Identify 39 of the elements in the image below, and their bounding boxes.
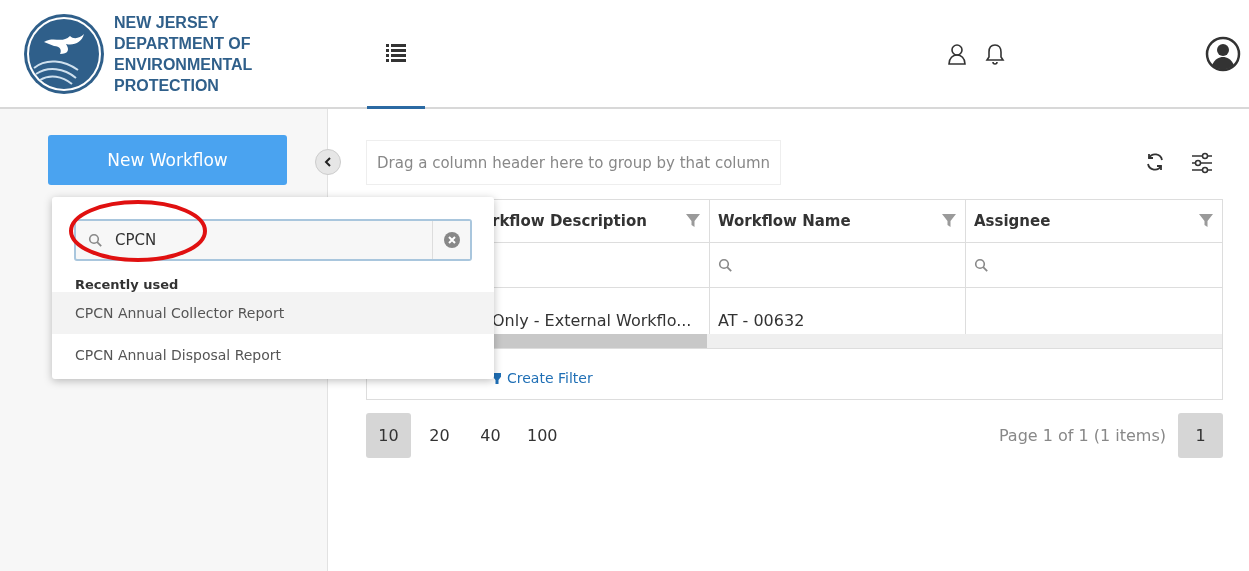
clear-button[interactable] (432, 221, 470, 259)
column-title: Assignee (974, 212, 1051, 230)
user-icon[interactable] (947, 42, 967, 65)
logo-text-line: ENVIRONMENTAL (114, 54, 253, 75)
logo-text-line: DEPARTMENT OF (114, 33, 252, 54)
page-size-button[interactable]: 40 (468, 413, 513, 458)
collapse-button[interactable] (315, 149, 341, 175)
list-icon (386, 43, 406, 63)
avatar-icon[interactable] (1205, 35, 1241, 72)
page-number-button[interactable]: 1 (1178, 413, 1223, 458)
search-icon (974, 257, 989, 273)
page-info: Page 1 of 1 (1 items) (998, 426, 1166, 445)
filter-icon[interactable] (685, 213, 701, 229)
chevron-left-icon (324, 157, 332, 167)
clear-icon (443, 232, 460, 248)
logo-text-line: PROTECTION (114, 75, 220, 96)
search-icon (718, 257, 733, 273)
search-icon (88, 232, 103, 248)
table-cell: AT - 00632 (718, 310, 805, 330)
page-size-button[interactable]: 100 (519, 413, 566, 458)
sliders-icon[interactable] (1191, 151, 1213, 174)
group-panel: Drag a column header here to group by that column (366, 140, 782, 185)
filter-icon[interactable] (941, 213, 957, 229)
page-size-button[interactable]: 10 (366, 413, 411, 458)
column-title: rkflow Description (492, 212, 647, 230)
column-header[interactable]: Workflow Name (710, 200, 966, 242)
logo-text-line: NEW JERSEY (114, 12, 220, 33)
workflow-option[interactable]: CPCN Annual Collector Report (52, 292, 494, 334)
column-header[interactable]: Assignee (966, 200, 1222, 242)
filter-icon[interactable] (1198, 213, 1214, 229)
search-field[interactable]: CPCN (74, 219, 472, 261)
agency-seal-icon (22, 11, 106, 96)
table-cell: Only - External Workflo... (492, 310, 692, 330)
page-size-button[interactable]: 20 (417, 413, 462, 458)
refresh-icon[interactable] (1145, 151, 1165, 172)
column-title: Workflow Name (718, 212, 851, 230)
bell-icon[interactable] (985, 42, 1005, 65)
search-input[interactable]: CPCN (113, 230, 432, 250)
section-title: Recently used (75, 277, 180, 292)
